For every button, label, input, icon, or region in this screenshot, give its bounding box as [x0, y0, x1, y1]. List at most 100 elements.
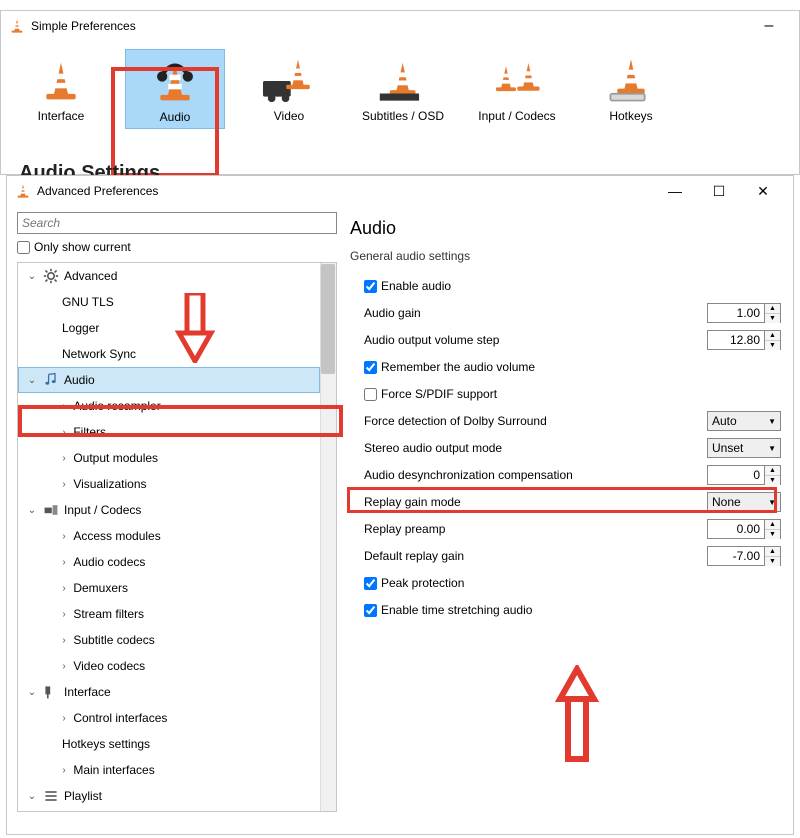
only-show-current-checkbox[interactable]: Only show current: [17, 240, 342, 254]
tree-item-hotkeys-settings[interactable]: Hotkeys settings: [18, 731, 320, 757]
category-audio[interactable]: Audio: [125, 49, 225, 129]
spin-down-icon[interactable]: ▼: [765, 476, 780, 485]
audio-gain-input[interactable]: ▲▼: [707, 303, 781, 323]
tree-label: Logger: [62, 321, 99, 335]
tree-label: Control interfaces: [73, 711, 167, 725]
volume-step-label: Audio output volume step: [350, 333, 707, 347]
chevron-right-icon: ›: [58, 531, 70, 542]
tree-item-control-interfaces[interactable]: › Control interfaces: [18, 705, 320, 731]
tree-item-main-interfaces[interactable]: › Main interfaces: [18, 757, 320, 783]
enable-audio-checkbox[interactable]: Enable audio: [350, 279, 451, 293]
only-show-current-input[interactable]: [17, 241, 30, 254]
tree-item-subtitle-codecs[interactable]: › Subtitle codecs: [18, 627, 320, 653]
search-input[interactable]: [17, 212, 337, 234]
chevron-right-icon: ›: [58, 427, 70, 438]
stereo-select[interactable]: Unset▼: [707, 438, 781, 458]
chevron-down-icon: ⌄: [26, 271, 38, 282]
audio-gain-label: Audio gain: [350, 306, 707, 320]
chevron-right-icon: ›: [58, 635, 70, 646]
rg-preamp-input[interactable]: ▲▼: [707, 519, 781, 539]
tree-item-video-codecs[interactable]: › Video codecs: [18, 653, 320, 679]
simple-window-title: Simple Preferences: [31, 19, 747, 33]
minimize-button[interactable]: –: [747, 11, 791, 41]
treeview: ⌄ Advanced GNU TLS Logger Network Sync ⌄: [17, 262, 337, 812]
vlc-cone-icon: [15, 183, 31, 199]
dolby-select[interactable]: Auto▼: [707, 411, 781, 431]
hotkeys-icon: [604, 53, 658, 103]
tree-label: Audio: [64, 373, 95, 387]
tree-item-input-codecs[interactable]: ⌄ Input / Codecs: [18, 497, 320, 523]
peak-protection-checkbox[interactable]: Peak protection: [350, 576, 464, 590]
advanced-titlebar: Advanced Preferences — ☐ ✕: [7, 176, 793, 206]
tree-label: Output modules: [73, 451, 158, 465]
interface-icon: [34, 53, 88, 103]
tree-item-logger[interactable]: Logger: [18, 315, 320, 341]
chevron-right-icon: ›: [58, 453, 70, 464]
spin-up-icon[interactable]: ▲: [765, 466, 780, 476]
spin-down-icon[interactable]: ▼: [765, 341, 780, 350]
tree-label: Video codecs: [73, 659, 145, 673]
remember-volume-checkbox[interactable]: Remember the audio volume: [350, 360, 535, 374]
close-button[interactable]: ✕: [741, 176, 785, 206]
category-label: Interface: [38, 109, 85, 123]
music-note-icon: [42, 372, 60, 388]
tree-item-stream-filters[interactable]: › Stream filters: [18, 601, 320, 627]
tree-item-access-modules[interactable]: › Access modules: [18, 523, 320, 549]
spin-down-icon[interactable]: ▼: [765, 530, 780, 539]
list-icon: [42, 788, 60, 804]
maximize-button[interactable]: ☐: [697, 176, 741, 206]
tree-label: Main interfaces: [73, 763, 154, 777]
tree-item-audio[interactable]: ⌄ Audio: [18, 367, 320, 393]
category-label: Audio: [160, 110, 191, 124]
category-subtitles[interactable]: Subtitles / OSD: [353, 49, 453, 129]
volume-step-input[interactable]: ▲▼: [707, 330, 781, 350]
category-hotkeys[interactable]: Hotkeys: [581, 49, 681, 129]
category-video[interactable]: Video: [239, 49, 339, 129]
rg-default-input[interactable]: ▲▼: [707, 546, 781, 566]
tree-label: Audio resampler: [73, 399, 160, 413]
tree-item-network-sync[interactable]: Network Sync: [18, 341, 320, 367]
tree-item-audio-resampler[interactable]: › Audio resampler: [18, 393, 320, 419]
category-input-codecs[interactable]: Input / Codecs: [467, 49, 567, 129]
tree-item-gnutls[interactable]: GNU TLS: [18, 289, 320, 315]
tree-item-interface[interactable]: ⌄ Interface: [18, 679, 320, 705]
advanced-window-title: Advanced Preferences: [37, 184, 653, 198]
chevron-right-icon: ›: [58, 713, 70, 724]
tree-label: Input / Codecs: [64, 503, 141, 517]
tree-label: Access modules: [73, 529, 160, 543]
rg-mode-select[interactable]: None▼: [707, 492, 781, 512]
tree-label: Audio codecs: [73, 555, 145, 569]
codecs-icon: [490, 53, 544, 103]
dolby-label: Force detection of Dolby Surround: [350, 414, 707, 428]
spdif-checkbox[interactable]: Force S/PDIF support: [350, 387, 497, 401]
scrollbar-thumb[interactable]: [321, 264, 335, 374]
time-stretch-checkbox[interactable]: Enable time stretching audio: [350, 603, 532, 617]
content-heading: Audio: [350, 218, 781, 239]
tree-label: Hotkeys settings: [62, 737, 150, 751]
tree-item-demuxers[interactable]: › Demuxers: [18, 575, 320, 601]
category-interface[interactable]: Interface: [11, 49, 111, 129]
chevron-right-icon: ›: [58, 765, 70, 776]
spin-up-icon[interactable]: ▲: [765, 331, 780, 341]
spin-up-icon[interactable]: ▲: [765, 304, 780, 314]
tree-item-output-modules[interactable]: › Output modules: [18, 445, 320, 471]
tree-item-filters[interactable]: › Filters: [18, 419, 320, 445]
spin-up-icon[interactable]: ▲: [765, 547, 780, 557]
tree-item-advanced[interactable]: ⌄ Advanced: [18, 263, 320, 289]
rg-mode-label: Replay gain mode: [350, 495, 707, 509]
tree-label: Demuxers: [73, 581, 128, 595]
category-label: Subtitles / OSD: [362, 109, 444, 123]
spin-down-icon[interactable]: ▼: [765, 557, 780, 566]
audio-icon: [148, 54, 202, 104]
tree-item-audio-codecs[interactable]: › Audio codecs: [18, 549, 320, 575]
spin-up-icon[interactable]: ▲: [765, 520, 780, 530]
tree-scrollbar[interactable]: [320, 263, 336, 811]
desync-input[interactable]: ▲▼: [707, 465, 781, 485]
chevron-right-icon: ›: [58, 609, 70, 620]
minimize-button[interactable]: —: [653, 176, 697, 206]
tree-item-playlist[interactable]: ⌄ Playlist: [18, 783, 320, 809]
spin-down-icon[interactable]: ▼: [765, 314, 780, 323]
rg-default-label: Default replay gain: [350, 549, 707, 563]
tree-item-visualizations[interactable]: › Visualizations: [18, 471, 320, 497]
tree-label: Filters: [73, 425, 106, 439]
